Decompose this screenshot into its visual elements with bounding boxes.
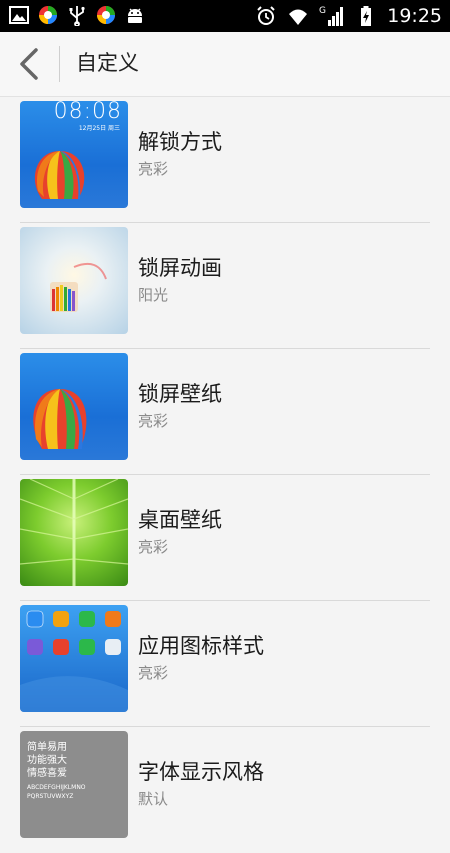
- list-item-title: 字体显示风格: [138, 760, 264, 784]
- app-notification-icon: [39, 6, 57, 24]
- usb-icon: [69, 6, 85, 26]
- lock-time-preview: 08:08: [53, 101, 122, 124]
- font-style-thumbnail: 简单易用 功能强大 情感喜爱 ABCDEFGHIJKLMNO PQRSTUVWX…: [20, 731, 128, 838]
- app-notification-icon-2: [97, 6, 115, 24]
- font-sample-alphabet: ABCDEFGHIJKLMNO PQRSTUVWXYZ: [27, 784, 86, 800]
- android-icon: [128, 8, 142, 23]
- header-divider: [59, 46, 60, 82]
- network-type-label: G: [319, 6, 326, 16]
- lock-animation-thumbnail: [20, 227, 128, 334]
- list-item-subtitle: 亮彩: [138, 538, 169, 556]
- list-item-desktop-wallpaper[interactable]: 桌面壁纸 亮彩: [0, 475, 450, 601]
- list-item-title: 锁屏动画: [138, 256, 222, 280]
- list-item-subtitle: 阳光: [138, 286, 169, 304]
- alarm-icon: [257, 6, 275, 25]
- chevron-left-icon: [20, 48, 38, 80]
- gallery-notification-icon: [9, 6, 29, 24]
- list-item-lock-animation[interactable]: 锁屏动画 阳光: [0, 223, 450, 349]
- action-bar: 自定义: [0, 32, 450, 97]
- list-item-subtitle: 亮彩: [138, 160, 169, 178]
- customize-list: 08:08 12月25日 周三 解锁方式 亮彩 锁屏动画 阳光 锁屏壁纸 亮彩 …: [0, 97, 450, 853]
- list-item-title: 桌面壁纸: [138, 508, 222, 532]
- battery-charging-icon: [361, 6, 372, 26]
- signal-icon: G: [319, 6, 344, 26]
- list-item-title: 锁屏壁纸: [138, 382, 222, 406]
- clock: 19:25: [387, 5, 442, 27]
- list-item-title: 解锁方式: [138, 130, 222, 154]
- list-item-lock-wallpaper[interactable]: 锁屏壁纸 亮彩: [0, 349, 450, 475]
- list-item-app-icon-style[interactable]: 应用图标样式 亮彩: [0, 601, 450, 727]
- app-icon-style-thumbnail: [20, 605, 128, 712]
- wifi-icon: [289, 9, 308, 25]
- page-title: 自定义: [76, 51, 139, 75]
- list-item-title: 应用图标样式: [138, 634, 264, 658]
- lock-date-preview: 12月25日 周三: [78, 125, 120, 132]
- list-item-subtitle: 亮彩: [138, 664, 169, 682]
- unlock-style-thumbnail: 08:08 12月25日 周三: [20, 101, 128, 208]
- list-item-unlock-style[interactable]: 08:08 12月25日 周三 解锁方式 亮彩: [0, 97, 450, 223]
- lock-wallpaper-thumbnail: [20, 353, 128, 460]
- list-item-font-style[interactable]: 简单易用 功能强大 情感喜爱 ABCDEFGHIJKLMNO PQRSTUVWX…: [0, 727, 450, 853]
- list-item-subtitle: 默认: [138, 790, 169, 808]
- status-bar: G 19:25: [0, 0, 450, 32]
- font-sample-lines: 简单易用 功能强大 情感喜爱: [27, 742, 67, 779]
- back-button[interactable]: [10, 42, 50, 86]
- list-item-subtitle: 亮彩: [138, 412, 169, 430]
- desktop-wallpaper-thumbnail: [20, 479, 128, 586]
